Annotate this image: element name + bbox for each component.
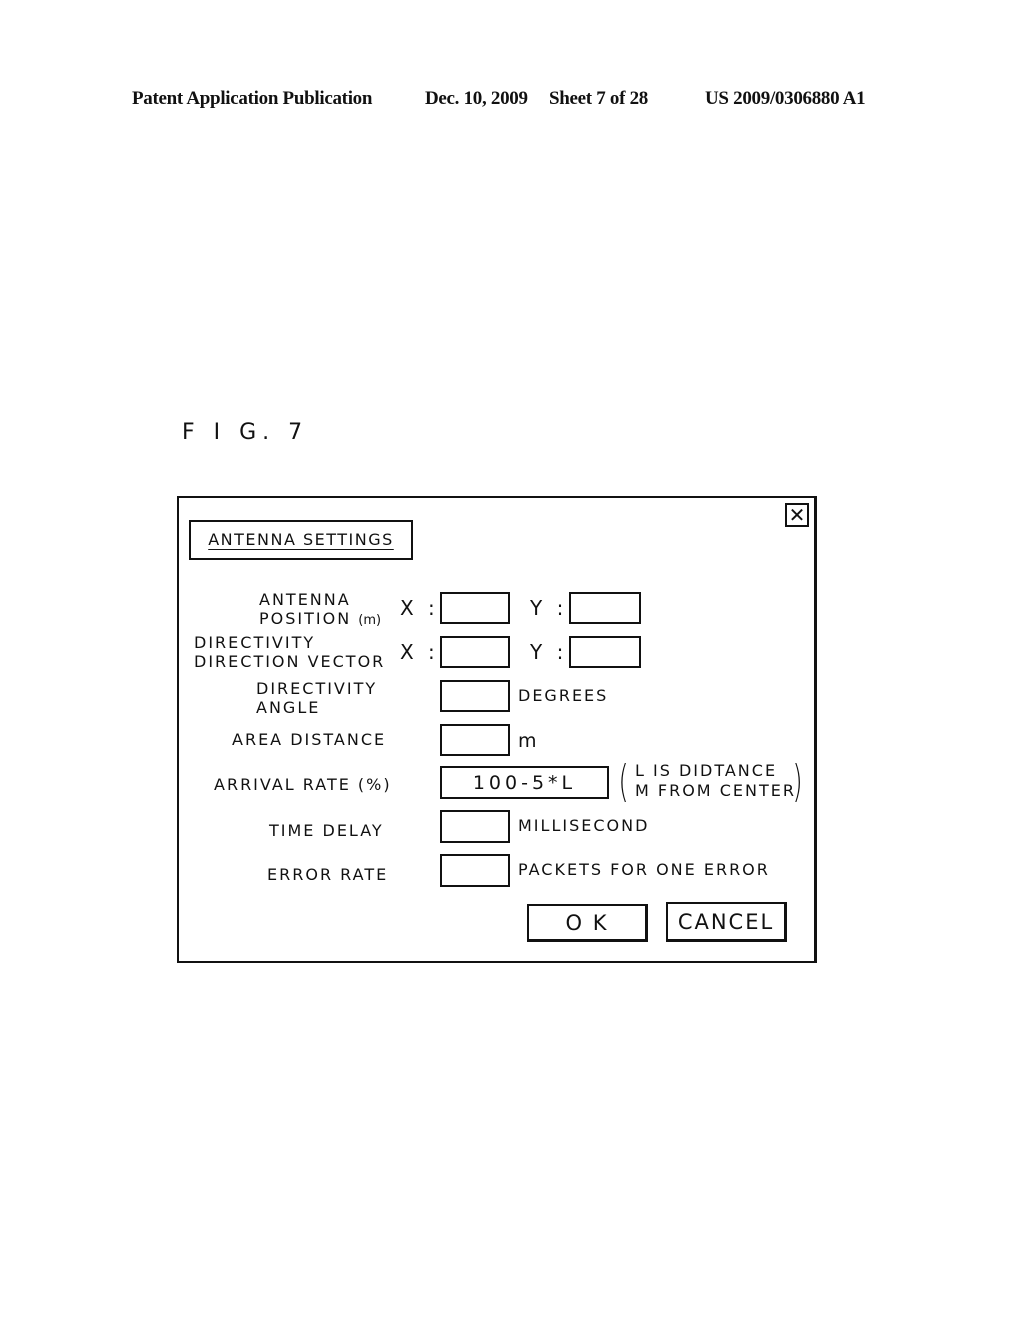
note-close-paren: ) xyxy=(792,756,803,807)
millisecond-unit: MILLISECOND xyxy=(518,816,650,835)
area-distance-label: AREA DISTANCE xyxy=(232,730,387,749)
publication-date: Dec. 10, 2009 xyxy=(425,88,528,109)
publication-number: US 2009/0306880 A1 xyxy=(705,88,866,109)
arrival-rate-note: L IS DIDTANCE M FROM CENTER xyxy=(635,761,796,800)
direction-vector-label: DIRECTIVITY DIRECTION VECTOR xyxy=(194,633,386,671)
direction-vector-x-input[interactable] xyxy=(440,636,510,668)
dialog-title: ANTENNA SETTINGS xyxy=(208,530,394,549)
publication-title: Patent Application Publication xyxy=(132,88,373,109)
antenna-settings-dialog: ✕ ANTENNA SETTINGS ANTENNA POSITION (m) … xyxy=(177,496,817,963)
sheet-number: Sheet 7 of 28 xyxy=(549,88,649,109)
packets-unit: PACKETS FOR ONE ERROR xyxy=(518,860,770,879)
time-delay-label: TIME DELAY xyxy=(269,821,384,840)
meters-unit: m xyxy=(518,730,539,752)
dialog-title-box: ANTENNA SETTINGS xyxy=(189,520,413,560)
close-button[interactable]: ✕ xyxy=(785,503,809,527)
direction-vector-y-input[interactable] xyxy=(569,636,641,668)
antenna-y-label: Y : xyxy=(530,596,568,620)
antenna-position-label: ANTENNA POSITION (m) xyxy=(259,590,382,628)
note-open-paren: ( xyxy=(618,756,629,807)
antenna-x-label: X : xyxy=(400,596,439,620)
vector-y-label: Y : xyxy=(530,640,568,664)
cancel-button[interactable]: CANCEL xyxy=(666,902,787,942)
directivity-angle-input[interactable] xyxy=(440,680,510,712)
antenna-position-x-input[interactable] xyxy=(440,592,510,624)
time-delay-input[interactable] xyxy=(440,810,510,843)
arrival-rate-input[interactable] xyxy=(440,766,609,799)
vector-x-label: X : xyxy=(400,640,439,664)
error-rate-label: ERROR RATE xyxy=(267,865,389,884)
ok-button[interactable]: O K xyxy=(527,904,648,942)
directivity-angle-label: DIRECTIVITY ANGLE xyxy=(256,679,378,717)
figure-label: F I G. 7 xyxy=(182,420,309,445)
error-rate-input[interactable] xyxy=(440,854,510,887)
area-distance-input[interactable] xyxy=(440,724,510,756)
degrees-unit: DEGREES xyxy=(518,686,609,705)
arrival-rate-label: ARRIVAL RATE (%) xyxy=(214,775,392,794)
close-icon: ✕ xyxy=(788,503,806,527)
antenna-position-y-input[interactable] xyxy=(569,592,641,624)
